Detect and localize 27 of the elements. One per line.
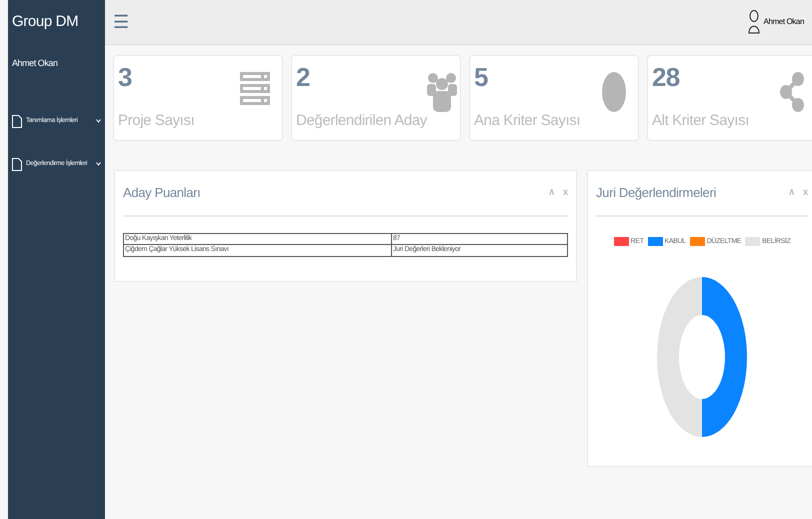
stat-value: 3 — [118, 64, 133, 90]
users-icon — [426, 72, 457, 112]
server-icon — [240, 72, 270, 106]
user-name: Ahmet Okan — [764, 16, 804, 28]
stat-label: Ana Kriter Sayısı — [474, 110, 580, 130]
document-icon — [12, 158, 22, 170]
stat-value: 5 — [474, 64, 489, 90]
brand-title: Group DM — [11, 12, 80, 32]
panel-title: Aday Puanları — [123, 184, 200, 202]
stat-label: Alt Kriter Sayısı — [652, 110, 749, 130]
panel-control[interactable]: ∧ — [788, 185, 795, 200]
stat-value: 2 — [296, 64, 311, 90]
stat-value: 28 — [652, 64, 681, 90]
document-icon — [12, 114, 22, 128]
menu-button[interactable]: ☰ — [113, 8, 129, 36]
chevron-icon — [96, 162, 101, 166]
panel-title: Juri Değerlendirmeleri — [596, 184, 716, 202]
share-icon — [780, 72, 804, 112]
sidebar-user: Ahmet Okan — [11, 57, 59, 70]
circle-icon — [602, 72, 626, 112]
stat-label: Değerlendirilen Aday — [296, 110, 427, 130]
panel-control[interactable]: ∧ — [548, 185, 555, 200]
stat-label: Proje Sayısı — [118, 110, 194, 130]
panel-control[interactable]: x — [803, 185, 808, 200]
panel-control[interactable]: x — [563, 185, 568, 200]
chevron-icon — [96, 119, 101, 123]
user-icon — [748, 10, 760, 34]
